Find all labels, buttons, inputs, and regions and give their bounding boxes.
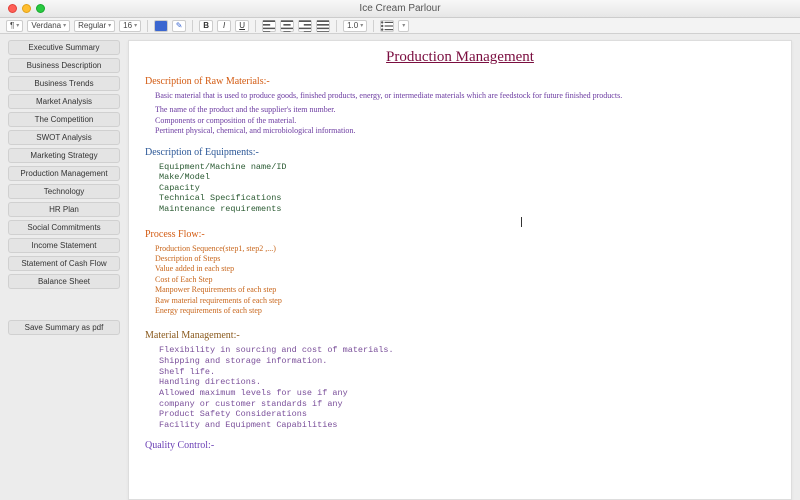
equipments-block: Equipment/Machine name/ID Make/Model Cap… [159, 162, 775, 215]
sidebar-item-production-management[interactable]: Production Management [8, 166, 120, 181]
window-title: Ice Cream Parlour [0, 3, 800, 14]
flow-line4: Cost of Each Step [155, 275, 775, 285]
sidebar-item-executive-summary[interactable]: Executive Summary [8, 40, 120, 55]
flow-line6: Raw material requirements of each step [155, 296, 775, 306]
raw-materials-line3: Pertinent physical, chemical, and microb… [155, 126, 775, 136]
chevron-down-icon: ▾ [108, 22, 111, 29]
section-sidebar: Executive Summary Business Description B… [0, 34, 128, 500]
sidebar-item-business-trends[interactable]: Business Trends [8, 76, 120, 91]
chevron-down-icon: ▾ [402, 22, 405, 29]
text-color-picker[interactable] [154, 20, 168, 32]
paragraph-style-select[interactable]: ¶▾ [6, 20, 23, 32]
font-weight-select[interactable]: Regular▾ [74, 20, 115, 32]
page-title: Production Management [145, 49, 775, 66]
minimize-window-button[interactable] [22, 4, 31, 13]
raw-materials-line2: Components or composition of the materia… [155, 116, 775, 126]
raw-materials-line1: The name of the product and the supplier… [155, 105, 775, 115]
save-pdf-button[interactable]: Save Summary as pdf [8, 320, 120, 335]
sidebar-item-social-commitments[interactable]: Social Commitments [8, 220, 120, 235]
font-size-select[interactable]: 16▾ [119, 20, 141, 32]
heading-raw-materials: Description of Raw Materials:- [145, 76, 775, 87]
flow-line7: Energy requirements of each step [155, 306, 775, 316]
document-editor[interactable]: Production Management Description of Raw… [128, 40, 792, 500]
heading-process-flow: Process Flow:- [145, 229, 775, 240]
heading-quality-control: Quality Control:- [145, 440, 775, 451]
window-controls [0, 4, 45, 13]
flow-line5: Manpower Requirements of each step [155, 285, 775, 295]
align-justify-button[interactable] [316, 20, 330, 32]
text-cursor [521, 217, 522, 227]
italic-button[interactable]: I [217, 20, 231, 32]
bold-button[interactable]: B [199, 20, 213, 32]
chevron-down-icon: ▾ [134, 22, 137, 29]
sidebar-item-marketing-strategy[interactable]: Marketing Strategy [8, 148, 120, 163]
flow-line2: Description of Steps [155, 254, 775, 264]
zoom-window-button[interactable] [36, 4, 45, 13]
sidebar-item-technology[interactable]: Technology [8, 184, 120, 199]
line-spacing-select[interactable]: 1.0▾ [343, 20, 367, 32]
heading-equipments: Description of Equipments:- [145, 147, 775, 158]
font-family-select[interactable]: Verdana▾ [27, 20, 70, 32]
material-management-block: Flexibility in sourcing and cost of mate… [159, 345, 775, 430]
sidebar-item-balance-sheet[interactable]: Balance Sheet [8, 274, 120, 289]
editor-toolbar: ¶▾ Verdana▾ Regular▾ 16▾ ✎ B I U 1.0▾ ▾ [0, 18, 800, 34]
underline-button[interactable]: U [235, 20, 249, 32]
heading-material-management: Material Management:- [145, 330, 775, 341]
chevron-down-icon: ▾ [360, 22, 363, 29]
sidebar-item-market-analysis[interactable]: Market Analysis [8, 94, 120, 109]
sidebar-item-hr-plan[interactable]: HR Plan [8, 202, 120, 217]
list-style-select[interactable]: ▾ [398, 20, 409, 32]
close-window-button[interactable] [8, 4, 17, 13]
align-center-button[interactable] [280, 20, 294, 32]
clear-formatting-button[interactable]: ✎ [172, 20, 186, 32]
list-bullet-button[interactable] [380, 20, 394, 32]
sidebar-item-swot[interactable]: SWOT Analysis [8, 130, 120, 145]
sidebar-item-business-description[interactable]: Business Description [8, 58, 120, 73]
chevron-down-icon: ▾ [63, 22, 66, 29]
chevron-down-icon: ▾ [16, 22, 19, 29]
sidebar-item-income-statement[interactable]: Income Statement [8, 238, 120, 253]
align-right-button[interactable] [298, 20, 312, 32]
flow-line1: Production Sequence(step1, step2 ,...) [155, 244, 775, 254]
sidebar-item-cash-flow[interactable]: Statement of Cash Flow [8, 256, 120, 271]
sidebar-item-competition[interactable]: The Competition [8, 112, 120, 127]
align-left-button[interactable] [262, 20, 276, 32]
flow-line3: Value added in each step [155, 264, 775, 274]
window-titlebar: Ice Cream Parlour [0, 0, 800, 18]
raw-materials-intro: Basic material that is used to produce g… [155, 91, 775, 101]
